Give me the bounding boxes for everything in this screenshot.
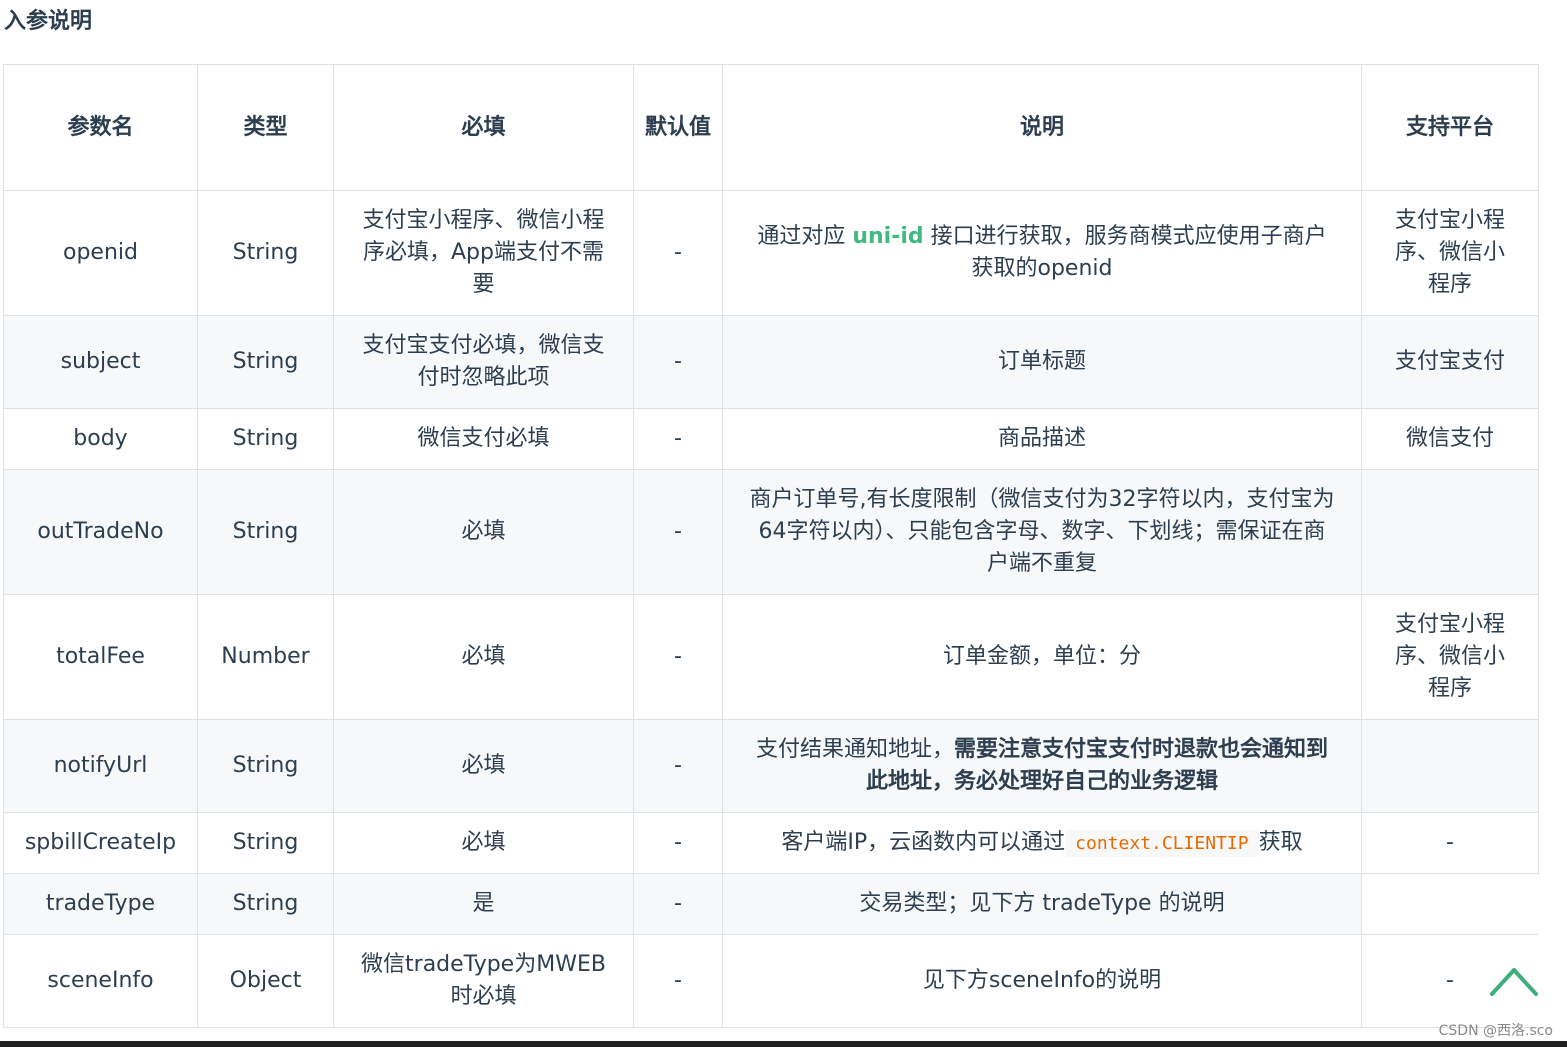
- watermark: CSDN @西洛.sco: [1438, 1023, 1553, 1039]
- cell-name: subject: [3, 315, 198, 409]
- cell-type: String: [197, 408, 334, 470]
- chevron-up-icon: [1490, 968, 1538, 996]
- cell-description: 订单金额，单位：分: [722, 594, 1362, 720]
- cell-type: Number: [197, 594, 334, 720]
- table-row: spbillCreateIp String 必填 - 客户端IP，云函数内可以通…: [3, 812, 1539, 874]
- cell-required: 支付宝小程序、微信小程序必填，App端支付不需要: [333, 190, 634, 316]
- cell-default: -: [633, 469, 723, 595]
- table-row: body String 微信支付必填 - 商品描述 微信支付: [3, 408, 1539, 470]
- header-platform: 支持平台: [1361, 64, 1539, 191]
- cell-required: 微信tradeType为MWEB时必填: [333, 934, 634, 1028]
- cell-name: spbillCreateIp: [3, 812, 198, 874]
- cell-platform: 支付宝小程序、微信小程序: [1361, 190, 1539, 316]
- table-header-row: 参数名 类型 必填 默认值 说明 支持平台: [3, 64, 1539, 191]
- cell-description: 订单标题: [722, 315, 1362, 409]
- cell-platform: -: [1361, 812, 1539, 874]
- cell-name: body: [3, 408, 198, 470]
- cell-default: -: [633, 408, 723, 470]
- cell-required: 必填: [333, 719, 634, 813]
- cell-required: 支付宝支付必填，微信支付时忽略此项: [333, 315, 634, 409]
- cell-description: 客户端IP，云函数内可以通过 context.CLIENTIP 获取: [722, 812, 1362, 874]
- cell-name: tradeType: [3, 873, 198, 935]
- cell-platform: 支付宝支付: [1361, 315, 1539, 409]
- cell-type: String: [197, 315, 334, 409]
- cell-default: -: [633, 719, 723, 813]
- cell-platform: 微信支付: [1361, 408, 1539, 470]
- cell-platform: 支付宝小程序、微信小程序: [1361, 594, 1539, 720]
- cell-default: -: [633, 873, 723, 935]
- cell-platform: [1361, 719, 1539, 813]
- section-title: 入参说明: [4, 9, 93, 34]
- bottom-bar: [0, 1041, 1567, 1047]
- cell-default: -: [633, 190, 723, 316]
- cell-required: 必填: [333, 812, 634, 874]
- inline-code: context.CLIENTIP: [1065, 829, 1259, 857]
- cell-required: 是: [333, 873, 634, 935]
- params-table: 参数名 类型 必填 默认值 说明 支持平台 openid String 支付宝小…: [3, 64, 1539, 1028]
- cell-name: totalFee: [3, 594, 198, 720]
- cell-description: 见下方sceneInfo的说明: [722, 934, 1362, 1028]
- description-text: 客户端IP，云函数内可以通过: [781, 829, 1066, 855]
- header-name: 参数名: [3, 64, 198, 191]
- header-default: 默认值: [633, 64, 723, 191]
- cell-name: sceneInfo: [3, 934, 198, 1028]
- cell-type: String: [197, 469, 334, 595]
- table-row: outTradeNo String 必填 - 商户订单号,有长度限制（微信支付为…: [3, 469, 1539, 595]
- cell-required: 必填: [333, 469, 634, 595]
- cell-name: outTradeNo: [3, 469, 198, 595]
- cell-name: openid: [3, 190, 198, 316]
- uni-id-link[interactable]: uni-id: [852, 224, 923, 249]
- description-text: 获取: [1258, 829, 1303, 855]
- cell-default: -: [633, 934, 723, 1028]
- cell-description: 交易类型；见下方 tradeType 的说明: [722, 873, 1362, 935]
- cell-description: 商户订单号,有长度限制（微信支付为32字符以内，支付宝为64字符以内）、只能包含…: [722, 469, 1362, 595]
- back-to-top-button[interactable]: [1488, 958, 1540, 1002]
- description-text: 支付结果通知地址，: [755, 737, 954, 762]
- cell-default: -: [633, 594, 723, 720]
- description-text: 通过对应: [757, 224, 853, 249]
- cell-type: String: [197, 719, 334, 813]
- cell-type: Object: [197, 934, 334, 1028]
- cell-type: String: [197, 812, 334, 874]
- table-row: sceneInfo Object 微信tradeType为MWEB时必填 - 见…: [3, 934, 1539, 1028]
- cell-platform: [1361, 469, 1539, 595]
- table-row: totalFee Number 必填 - 订单金额，单位：分 支付宝小程序、微信…: [3, 594, 1539, 720]
- table-row: openid String 支付宝小程序、微信小程序必填，App端支付不需要 -…: [3, 190, 1539, 316]
- table-row: notifyUrl String 必填 - 支付结果通知地址，需要注意支付宝支付…: [3, 719, 1539, 813]
- cell-description: 通过对应 uni-id 接口进行获取，服务商模式应使用子商户获取的openid: [722, 190, 1362, 316]
- cell-type: String: [197, 190, 334, 316]
- cell-default: -: [633, 812, 723, 874]
- table-row: tradeType String 是 - 交易类型；见下方 tradeType …: [3, 873, 1539, 935]
- header-required: 必填: [333, 64, 634, 191]
- cell-platform: [1361, 873, 1539, 935]
- table-row: subject String 支付宝支付必填，微信支付时忽略此项 - 订单标题 …: [3, 315, 1539, 409]
- header-type: 类型: [197, 64, 334, 191]
- header-description: 说明: [722, 64, 1362, 191]
- cell-type: String: [197, 873, 334, 935]
- cell-default: -: [633, 315, 723, 409]
- cell-name: notifyUrl: [3, 719, 198, 813]
- cell-description: 支付结果通知地址，需要注意支付宝支付时退款也会通知到此地址，务必处理好自己的业务…: [722, 719, 1362, 813]
- cell-required: 微信支付必填: [333, 408, 634, 470]
- cell-required: 必填: [333, 594, 634, 720]
- cell-description: 商品描述: [722, 408, 1362, 470]
- description-text: 接口进行获取，服务商模式应使用子商户获取的openid: [923, 224, 1327, 281]
